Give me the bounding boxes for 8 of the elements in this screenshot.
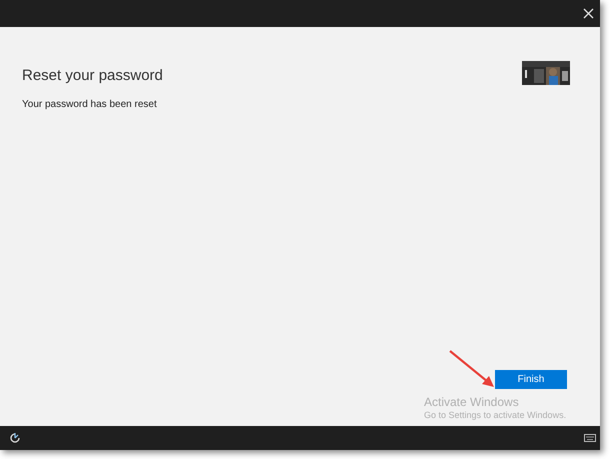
status-message: Your password has been reset	[22, 99, 158, 110]
page-title: Reset your password	[22, 67, 163, 84]
activation-text: Go to Settings to activate Windows.	[424, 410, 566, 420]
accessibility-icon[interactable]	[9, 432, 21, 444]
keyboard-icon[interactable]	[584, 434, 596, 442]
close-icon[interactable]	[583, 8, 594, 19]
finish-button[interactable]: Finish	[495, 370, 567, 389]
activation-heading: Activate Windows	[424, 395, 519, 409]
